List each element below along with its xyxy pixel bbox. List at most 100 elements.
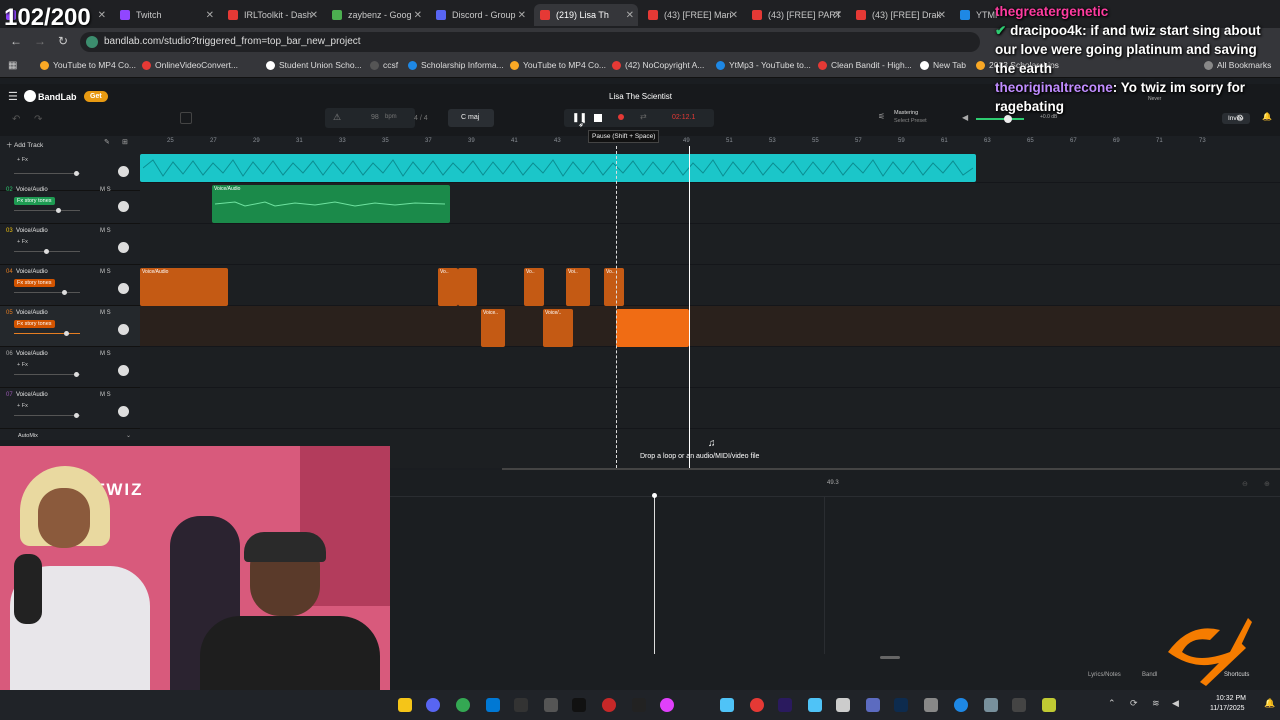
tab-google[interactable]: zaybenz - Goog ✕	[326, 4, 426, 26]
pan-knob[interactable]	[118, 324, 129, 335]
stop-button[interactable]	[594, 114, 602, 122]
tray-chevron-icon[interactable]: ⌃	[1108, 698, 1116, 709]
bookmark-item[interactable]: New Tab	[920, 60, 966, 70]
track-header-03[interactable]: 03 Voice/Audio + Fx M S	[0, 224, 140, 265]
capcut-icon[interactable]	[632, 698, 646, 712]
photoshop-icon[interactable]	[894, 698, 908, 712]
store-icon[interactable]	[486, 698, 500, 712]
get-membership-button[interactable]: Get	[84, 91, 108, 102]
loop-start-marker[interactable]	[616, 146, 617, 468]
tab-irltoolkit[interactable]: IRLToolkit - Dash ✕	[222, 4, 322, 26]
track-name[interactable]: Voice/Audio	[16, 310, 48, 316]
tab-youtube-3[interactable]: (43) [FREE] Drak ✕	[850, 4, 950, 26]
lane-04[interactable]	[140, 265, 1280, 306]
fx-button[interactable]: + Fx	[14, 156, 31, 164]
zoom-in-icon[interactable]: ⊕	[1264, 480, 1270, 488]
site-info-icon[interactable]	[86, 36, 98, 48]
app-icon[interactable]	[660, 698, 674, 712]
instrument-icon[interactable]	[180, 112, 192, 124]
mute-solo-buttons[interactable]: M S	[100, 392, 111, 398]
volume-knob[interactable]	[74, 413, 79, 418]
clock-time[interactable]: 10:32 PM	[1216, 695, 1246, 702]
lane-05-selected[interactable]	[140, 306, 1280, 347]
app-icon[interactable]	[750, 698, 764, 712]
fx-button[interactable]: Fx story tones	[14, 320, 55, 328]
pan-knob[interactable]	[118, 166, 129, 177]
fx-button[interactable]: Fx story tones	[14, 279, 55, 287]
track-name[interactable]: Voice/Audio	[16, 187, 48, 193]
close-icon[interactable]: ✕	[310, 10, 318, 21]
track-header-05-selected[interactable]: 05 Voice/Audio Fx story tones M S	[0, 306, 140, 347]
volume-slider[interactable]	[14, 372, 80, 377]
menu-icon[interactable]: ☰	[8, 90, 18, 103]
close-icon[interactable]: ✕	[414, 10, 422, 21]
close-icon[interactable]: ✕	[206, 10, 214, 21]
volume-icon[interactable]: ◀	[1172, 698, 1179, 709]
reload-icon[interactable]: ↻	[58, 34, 68, 48]
automix-row[interactable]: AutoMix ⌄	[0, 432, 140, 442]
record-button[interactable]	[618, 114, 624, 120]
wifi-icon[interactable]: ≋	[1152, 698, 1160, 709]
mute-solo-buttons[interactable]: M S	[100, 228, 111, 234]
bookmark-item[interactable]: OnlineVideoConvert...	[142, 60, 238, 70]
volume-slider[interactable]	[14, 331, 80, 336]
track-header-06[interactable]: 06 Voice/Audio + Fx M S	[0, 347, 140, 388]
notepad-icon[interactable]	[1042, 698, 1056, 712]
tab-bandlab-active[interactable]: (219) Lisa Th ✕	[534, 4, 638, 26]
bookmark-item[interactable]: ccsf	[370, 60, 398, 70]
tab-youtube-2[interactable]: (43) [FREE] PART ✕	[746, 4, 846, 26]
volume-slider[interactable]	[14, 249, 80, 254]
time-signature[interactable]: 4 / 4	[414, 115, 428, 122]
premiere-icon[interactable]	[778, 698, 792, 712]
volume-knob[interactable]	[74, 171, 79, 176]
mute-solo-buttons[interactable]: M S	[100, 269, 111, 275]
app-icon[interactable]	[1012, 698, 1026, 712]
close-icon[interactable]: ✕	[626, 10, 634, 21]
app-icon[interactable]	[954, 698, 968, 712]
volume-knob[interactable]	[74, 372, 79, 377]
audio-clip-green[interactable]: Voice/Audio	[212, 185, 450, 223]
app-icon[interactable]	[924, 698, 938, 712]
close-icon[interactable]: ✕	[938, 10, 946, 21]
audio-clip-orange[interactable]: Voice..	[481, 309, 505, 347]
bookmark-item[interactable]: Scholarship Informa...	[408, 60, 504, 70]
redo-icon[interactable]: ↷	[34, 114, 42, 125]
mute-solo-buttons[interactable]: M S	[100, 187, 111, 193]
volume-slider[interactable]	[14, 290, 80, 295]
bookmark-item[interactable]: Student Union Scho...	[266, 60, 362, 70]
editor-panel[interactable]: 49.3 Lyrics/Notes Bandl Shortcuts ⊖ ⊕	[390, 470, 1280, 690]
mastering-control[interactable]: ⚟ Mastering Select Preset	[876, 109, 946, 127]
volume-knob[interactable]	[62, 290, 67, 295]
lyrics-notes-button[interactable]: Lyrics/Notes	[1088, 672, 1121, 678]
url-field[interactable]: bandlab.com/studio?triggered_from=top_ba…	[80, 32, 980, 52]
audio-clip-orange[interactable]: Voice/Audio	[140, 268, 228, 306]
pan-knob[interactable]	[118, 201, 129, 212]
chrome-icon[interactable]	[456, 698, 470, 712]
notification-bell-icon[interactable]: 🔔	[1264, 698, 1275, 709]
project-title[interactable]: Lisa The Scientist	[609, 92, 672, 101]
app-icon[interactable]	[836, 698, 850, 712]
settings-icon[interactable]	[984, 698, 998, 712]
bookmark-item[interactable]: YouTube to MP4 Co...	[40, 60, 136, 70]
lane-06[interactable]	[140, 347, 1280, 388]
edit-icon[interactable]: ✎	[104, 138, 110, 146]
pan-knob[interactable]	[118, 242, 129, 253]
track-name[interactable]: Voice/Audio	[16, 392, 48, 398]
audio-clip-orange[interactable]: Voice/..	[543, 309, 573, 347]
volume-knob[interactable]	[64, 331, 69, 336]
bookmark-item[interactable]: Clean Bandit - High...	[818, 60, 912, 70]
grid-icon[interactable]: ⊞	[122, 138, 128, 146]
epic-games-icon[interactable]	[514, 698, 528, 712]
close-icon[interactable]: ✕	[834, 10, 842, 21]
mute-solo-buttons[interactable]: M S	[100, 310, 111, 316]
tiktok-icon[interactable]	[572, 698, 586, 712]
audio-clip-orange[interactable]: Vo..	[604, 268, 624, 306]
close-icon[interactable]: ✕	[98, 10, 106, 21]
fx-button[interactable]: Fx story tones	[14, 197, 55, 205]
close-icon[interactable]: ✕	[730, 10, 738, 21]
bookmark-item[interactable]: YouTube to MP4 Co...	[510, 60, 606, 70]
audio-clip-orange[interactable]	[458, 268, 477, 306]
bpm-value[interactable]: 98	[371, 114, 379, 121]
recording-clip[interactable]	[616, 309, 689, 347]
undo-icon[interactable]: ↶	[12, 114, 20, 125]
